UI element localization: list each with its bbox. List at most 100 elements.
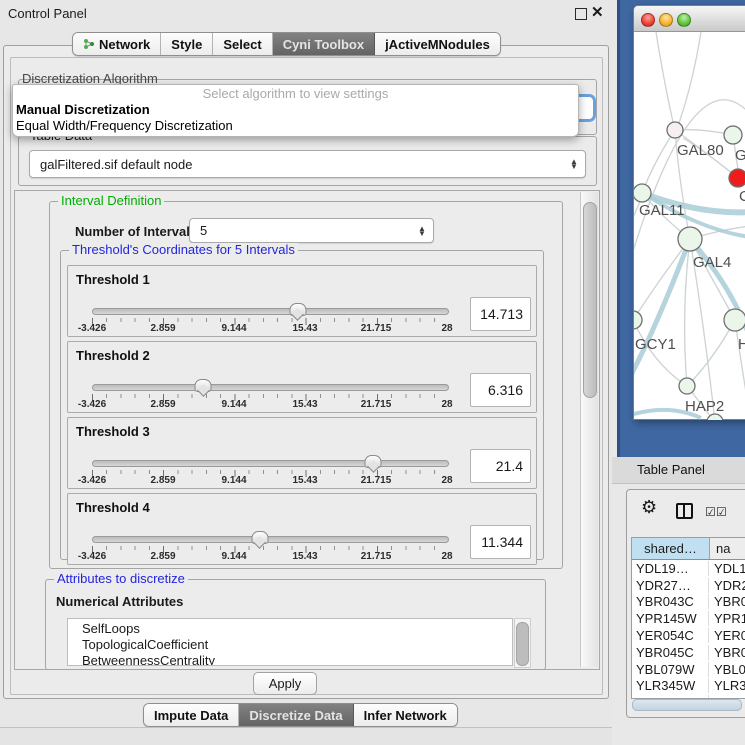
zoom-traffic-light[interactable]	[677, 13, 691, 27]
checkbox-icon[interactable]: ☑	[716, 505, 727, 519]
tick-label: 28	[441, 399, 452, 410]
bottom-tab-bar: Impute Data Discretize Data Infer Networ…	[143, 703, 458, 727]
top-tab-label: jActiveMNodules	[385, 37, 490, 52]
vertical-scrollbar[interactable]	[580, 192, 598, 667]
tick-label: 21.715	[361, 323, 392, 334]
network-edge[interactable]	[642, 130, 675, 193]
top-tab[interactable]: jActiveMNodules	[375, 33, 500, 55]
table-header-shared[interactable]: shared…	[632, 538, 710, 559]
network-node[interactable]	[634, 184, 651, 202]
network-edge[interactable]	[687, 320, 735, 386]
slider-knob[interactable]	[289, 303, 306, 316]
table-cell-name: YDL1	[709, 561, 745, 576]
tick-label: 2.859	[150, 399, 175, 410]
network-window-titlebar[interactable]	[634, 6, 745, 32]
threshold-value-field[interactable]: 14.713	[470, 297, 531, 331]
horizontal-scrollbar-thumb[interactable]	[632, 699, 742, 711]
top-tab[interactable]: Select	[213, 33, 272, 55]
table-row[interactable]: YBL079W YBL0	[632, 661, 745, 678]
minimize-traffic-light[interactable]	[659, 13, 673, 27]
table-row[interactable]: YDR27… YDR2	[632, 577, 745, 594]
bottom-tab-label: Impute Data	[154, 708, 228, 723]
threshold-slider[interactable]	[92, 536, 449, 543]
attribute-list-item[interactable]: BetweennessCentrality	[82, 653, 512, 666]
slider-knob[interactable]	[195, 379, 212, 392]
tick-label: 15.43	[292, 323, 317, 334]
network-edge[interactable]	[679, 32, 701, 123]
threshold-slider[interactable]	[92, 384, 449, 391]
close-traffic-light[interactable]	[641, 13, 655, 27]
table-row[interactable]: YBR043C YBR0	[632, 594, 745, 611]
horizontal-scrollbar[interactable]	[631, 699, 745, 710]
threshold-value-field[interactable]: 6.316	[470, 373, 531, 407]
close-icon[interactable]: ✕	[591, 3, 604, 21]
network-node[interactable]	[724, 126, 742, 144]
dropdown-option[interactable]: Manual Discretization	[13, 102, 578, 118]
table-row[interactable]: YER054C YER0	[632, 627, 745, 644]
vertical-scrollbar-thumb[interactable]	[583, 202, 597, 398]
threshold-value-field[interactable]: 21.4	[470, 449, 531, 483]
bottom-tab[interactable]: Infer Network	[354, 704, 457, 726]
dropdown-placeholder: Select algorithm to view settings	[13, 85, 578, 102]
table-cell-shared: YDL19…	[632, 561, 709, 576]
tick-label: -3.426	[78, 399, 106, 410]
interval-definition-group: Interval Definition Number of Intervals …	[49, 201, 563, 569]
network-node[interactable]	[667, 122, 683, 138]
table-row[interactable]: YPR145W YPR1	[632, 610, 745, 627]
network-node[interactable]	[679, 378, 695, 394]
slider-knob[interactable]	[365, 455, 382, 468]
network-node[interactable]	[634, 311, 642, 329]
attribute-list-item[interactable]: TopologicalCoefficient	[82, 637, 512, 653]
table-cell-name: YPR1	[709, 611, 745, 626]
table-header-name[interactable]: na	[710, 538, 745, 559]
threshold-value-field[interactable]: 11.344	[470, 525, 531, 559]
num-intervals-combobox[interactable]: 5 ▲▼	[189, 218, 434, 243]
dropdown-option[interactable]: Equal Width/Frequency Discretization	[13, 118, 578, 134]
top-tab-label: Cyni Toolbox	[283, 37, 364, 52]
columns-icon[interactable]	[676, 503, 693, 519]
tick-label: 2.859	[150, 475, 175, 486]
network-edge[interactable]	[656, 32, 673, 122]
settings-scroll-panel: Interval Definition Number of Intervals …	[14, 190, 600, 670]
table-row[interactable]: YBR045C YBR0	[632, 644, 745, 661]
threshold-slider[interactable]	[92, 460, 449, 467]
table-data-combobox[interactable]: galFiltered.sif default node ▲▼	[29, 150, 586, 178]
bottom-tab-label: Discretize Data	[249, 708, 342, 723]
network-node[interactable]	[678, 227, 702, 251]
slider-knob[interactable]	[251, 531, 268, 544]
slider-tick-labels: -3.426 2.859 9.144 15.43 21.715	[92, 475, 447, 487]
checkbox-icon[interactable]: ☑	[705, 505, 716, 519]
thresholds-group-title: Threshold's Coordinates for 5 Intervals	[69, 243, 298, 257]
threshold-label: Threshold 1	[76, 272, 150, 287]
bottom-tab[interactable]: Discretize Data	[239, 704, 353, 726]
tick-label: 2.859	[150, 551, 175, 562]
float-icon[interactable]	[575, 8, 587, 20]
table-cell-name: YLR3	[709, 678, 745, 693]
apply-button[interactable]: Apply	[253, 672, 317, 695]
dropdown-option-label: Equal Width/Frequency Discretization	[16, 118, 233, 133]
tick-label: 2.859	[150, 323, 175, 334]
numerical-attributes-label: Numerical Attributes	[56, 594, 183, 609]
bottom-tab[interactable]: Impute Data	[144, 704, 239, 726]
network-node-label: GCY1	[635, 336, 676, 353]
top-tab[interactable]: Style	[161, 33, 213, 55]
network-svg[interactable]: GAL80GACGAL11GAL4GCY1HHAP2	[634, 32, 745, 420]
table-row[interactable]: YDL19… YDL1	[632, 560, 745, 577]
threshold-label: Threshold 2	[76, 348, 150, 363]
slider-tick-labels: -3.426 2.859 9.144 15.43 21.715	[92, 551, 447, 563]
top-tab[interactable]: Cyni Toolbox	[273, 33, 375, 55]
top-tab[interactable]: Network	[73, 33, 161, 55]
gear-icon[interactable]: ⚙	[641, 497, 657, 518]
attributes-scrollbar-thumb[interactable]	[516, 622, 529, 666]
stepper-icon: ▲▼	[415, 226, 429, 236]
slider-tick-labels: -3.426 2.859 9.144 15.43 21.715	[92, 399, 447, 411]
network-node[interactable]	[724, 309, 745, 331]
network-node[interactable]	[729, 169, 745, 187]
table-row[interactable]: YLR345W YLR3	[632, 678, 745, 695]
tick-label: -3.426	[78, 551, 106, 562]
threshold-label: Threshold 3	[76, 424, 150, 439]
threshold-slider[interactable]	[92, 308, 449, 315]
network-edge[interactable]	[685, 239, 690, 386]
attribute-list-item[interactable]: SelfLoops	[82, 621, 512, 637]
attributes-list-scrollbar[interactable]	[514, 618, 531, 668]
